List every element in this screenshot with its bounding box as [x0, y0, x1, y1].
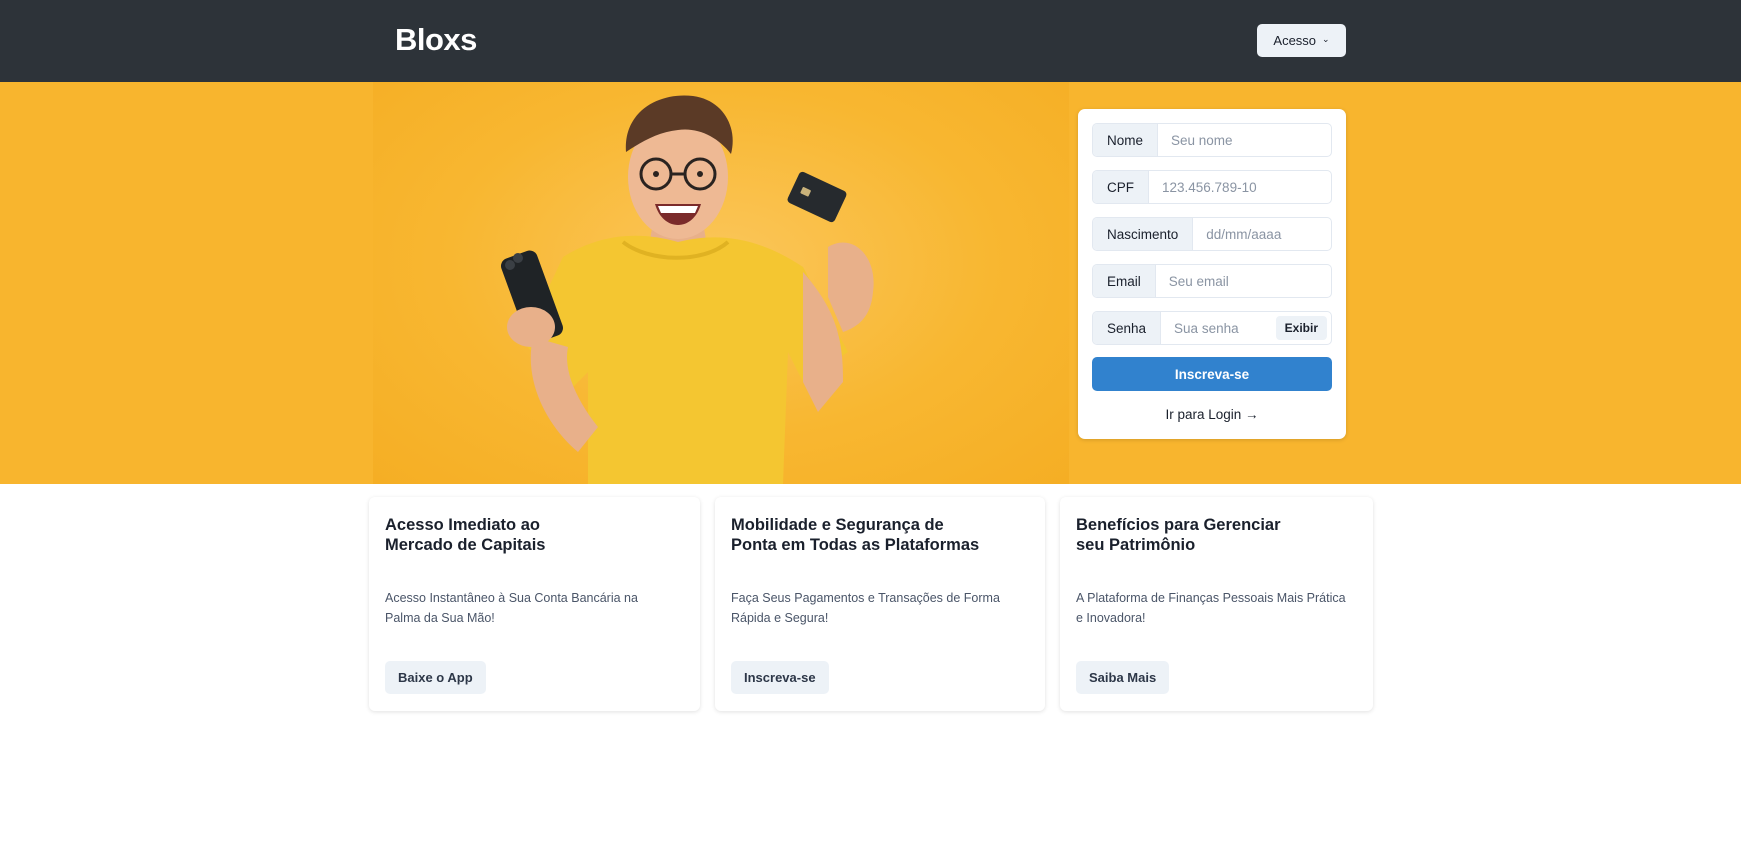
cpf-input[interactable] [1149, 171, 1331, 203]
feature-card-mobility-security: Mobilidade e Segurança de Ponta em Todas… [715, 497, 1045, 711]
password-input[interactable] [1161, 312, 1276, 344]
birthdate-input[interactable] [1193, 218, 1331, 250]
feature-card-capital-markets: Acesso Imediato ao Mercado de Capitais A… [369, 497, 700, 711]
chevron-down-icon: ⌄ [1322, 34, 1330, 44]
card-signup-button[interactable]: Inscreva-se [731, 661, 829, 694]
learn-more-button[interactable]: Saiba Mais [1076, 661, 1170, 694]
signup-submit-button[interactable]: Inscreva-se [1092, 357, 1332, 391]
show-password-button[interactable]: Exibir [1275, 316, 1327, 340]
card-description-line: A Plataforma de Finanças Pessoais Mais P… [1076, 591, 1346, 605]
card-title: Mobilidade e Segurança de Ponta em Todas… [731, 516, 980, 554]
man-holding-phone-and-card-illustration [501, 95, 874, 484]
card-description-line: Rápida e Segura! [731, 611, 829, 625]
feature-card-wealth-benefits: Benefícios para Gerenciar seu Patrimônio… [1060, 497, 1373, 711]
download-app-button[interactable]: Baixe o App [385, 661, 486, 694]
birthdate-field-group: Nascimento [1092, 217, 1332, 251]
access-button-label: Acesso [1273, 33, 1317, 48]
email-input[interactable] [1155, 265, 1331, 297]
access-menu-button[interactable]: Acesso ⌄ [1257, 24, 1346, 57]
card-description-line: Palma da Sua Mão! [385, 611, 495, 625]
card-description: Faça Seus Pagamentos e Transações de For… [731, 588, 1000, 628]
card-title: Benefícios para Gerenciar seu Patrimônio [1076, 516, 1281, 554]
cpf-field-group: CPF [1092, 170, 1332, 204]
go-to-login-link[interactable]: Ir para Login → [1078, 407, 1346, 422]
signup-form: Nome CPF Nascimento Email Senha Exibir I… [1078, 109, 1346, 439]
email-label: Email [1093, 265, 1156, 297]
cpf-label: CPF [1093, 171, 1149, 203]
name-field-group: Nome [1092, 123, 1332, 157]
hero-image [373, 82, 1069, 484]
card-description-line: e Inovadora! [1076, 611, 1146, 625]
password-label: Senha [1093, 312, 1162, 344]
birthdate-label: Nascimento [1093, 218, 1194, 250]
hero-section: Nome CPF Nascimento Email Senha Exibir I… [0, 82, 1741, 484]
email-field-group: Email [1092, 264, 1332, 298]
card-description: A Plataforma de Finanças Pessoais Mais P… [1076, 588, 1346, 628]
name-input[interactable] [1158, 124, 1331, 156]
password-field-group: Senha Exibir [1092, 311, 1332, 345]
name-label: Nome [1093, 124, 1159, 156]
card-description-line: Acesso Instantâneo à Sua Conta Bancária … [385, 591, 638, 605]
card-description-line: Faça Seus Pagamentos e Transações de For… [731, 591, 1000, 605]
top-navbar: Bloxs Acesso ⌄ [0, 0, 1741, 82]
card-description: Acesso Instantâneo à Sua Conta Bancária … [385, 588, 638, 628]
card-title: Acesso Imediato ao Mercado de Capitais [385, 516, 546, 554]
brand-logo[interactable]: Bloxs [395, 22, 477, 58]
